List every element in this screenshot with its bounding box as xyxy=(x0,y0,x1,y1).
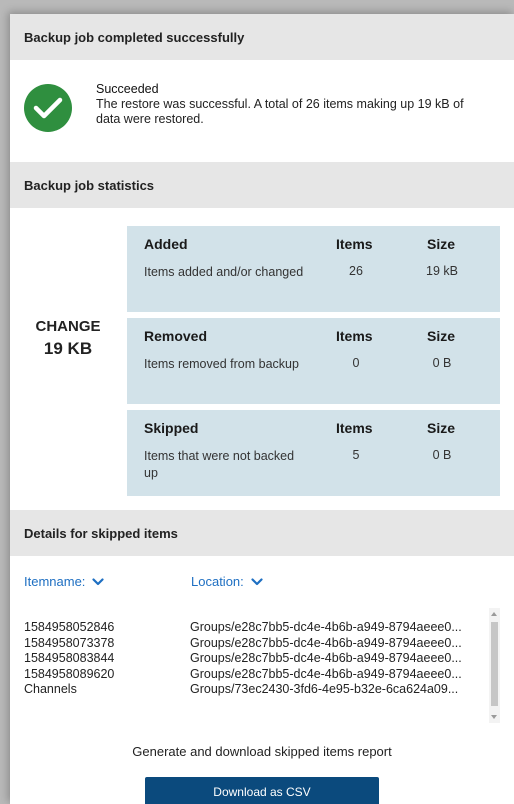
report-caption: Generate and download skipped items repo… xyxy=(132,744,392,759)
status-message: The restore was successful. A total of 2… xyxy=(96,97,464,126)
location-label: Location: xyxy=(191,574,244,589)
scrollbar-thumb[interactable] xyxy=(491,622,498,706)
item-location: Groups/e28c7bb5-dc4e-4b6b-a949-8794aeee0… xyxy=(190,651,462,665)
checkmark-icon xyxy=(24,84,72,132)
list-item: 1584958073378 Groups/e28c7bb5-dc4e-4b6b-… xyxy=(24,636,484,652)
sort-itemname-header[interactable]: Itemname: xyxy=(24,574,105,589)
size-value: 0 B xyxy=(432,448,452,462)
card-title: Added xyxy=(144,236,188,252)
scroll-down-icon[interactable] xyxy=(491,715,497,719)
item-name: 1584958073378 xyxy=(24,635,115,650)
stat-card-removed: Removed Items Size Items removed from ba… xyxy=(127,318,500,404)
download-csv-button[interactable]: Download as CSV xyxy=(145,777,379,804)
size-header: Size xyxy=(427,420,456,436)
item-name: Channels xyxy=(24,682,77,696)
item-location: Groups/e28c7bb5-dc4e-4b6b-a949-8794aeee0… xyxy=(190,666,462,681)
header-completed: Backup job completed successfully xyxy=(10,14,514,60)
item-location: Groups/e28c7bb5-dc4e-4b6b-a949-8794aeee0… xyxy=(190,620,462,634)
change-summary: CHANGE 19 KB xyxy=(10,318,126,359)
status-label: Succeeded xyxy=(96,82,159,96)
list-item: 1584958052846 Groups/e28c7bb5-dc4e-4b6b-… xyxy=(24,620,484,636)
header-skipped-details: Details for skipped items xyxy=(10,510,514,556)
page-title: Backup job completed successfully xyxy=(24,29,245,45)
list-scrollbar[interactable] xyxy=(489,608,500,723)
item-location: Groups/73ec2430-3fd6-4e95-b32e-6ca624a09… xyxy=(190,682,459,696)
stat-card-added: Added Items Size Items added and/or chan… xyxy=(127,226,500,312)
change-value: 19 KB xyxy=(43,339,93,358)
card-description: Items removed from backup xyxy=(144,357,299,371)
backup-result-panel: Backup job completed successfully Succee… xyxy=(10,14,514,804)
item-name: 1584958089620 xyxy=(24,666,115,681)
change-label: CHANGE xyxy=(35,318,101,335)
chevron-down-icon xyxy=(92,574,105,589)
item-name: 1584958083844 xyxy=(24,651,115,665)
size-header: Size xyxy=(427,236,456,252)
size-value: 0 B xyxy=(432,356,452,370)
header-statistics: Backup job statistics xyxy=(10,162,514,208)
items-value: 0 xyxy=(352,356,360,370)
skipped-column-headers: Itemname: Location: xyxy=(10,556,514,608)
stat-card-skipped: Skipped Items Size Items that were not b… xyxy=(127,410,500,496)
scroll-up-icon[interactable] xyxy=(491,612,497,616)
items-value: 5 xyxy=(352,448,360,462)
item-location: Groups/e28c7bb5-dc4e-4b6b-a949-8794aeee0… xyxy=(190,635,462,650)
size-header: Size xyxy=(427,328,456,344)
list-item: 1584958083844 Groups/e28c7bb5-dc4e-4b6b-… xyxy=(24,651,484,667)
size-value: 19 kB xyxy=(426,264,458,278)
skipped-title: Details for skipped items xyxy=(24,525,178,541)
chevron-down-icon xyxy=(251,574,263,589)
card-title: Skipped xyxy=(144,420,199,436)
items-header: Items xyxy=(336,236,373,252)
items-header: Items xyxy=(336,328,373,344)
items-header: Items xyxy=(336,420,373,436)
statistics-area: CHANGE 19 KB Added Items Size Items adde… xyxy=(10,208,514,510)
list-item: Channels Groups/73ec2430-3fd6-4e95-b32e-… xyxy=(24,682,484,698)
itemname-label: Itemname: xyxy=(24,574,86,589)
success-summary: Succeeded The restore was successful. A … xyxy=(10,60,514,162)
items-value: 26 xyxy=(349,264,363,278)
statistics-title: Backup job statistics xyxy=(24,177,155,193)
card-title: Removed xyxy=(144,328,208,344)
success-text: Succeeded The restore was successful. A … xyxy=(96,82,476,127)
card-description: Items added and/or changed xyxy=(144,265,304,279)
sort-location-header[interactable]: Location: xyxy=(191,574,263,589)
skipped-rows: 1584958052846 Groups/e28c7bb5-dc4e-4b6b-… xyxy=(24,620,484,698)
card-description: Items that were not backed up xyxy=(144,449,295,480)
list-item: 1584958089620 Groups/e28c7bb5-dc4e-4b6b-… xyxy=(24,667,484,683)
item-name: 1584958052846 xyxy=(24,620,115,634)
skipped-items-list[interactable]: 1584958052846 Groups/e28c7bb5-dc4e-4b6b-… xyxy=(24,608,500,723)
